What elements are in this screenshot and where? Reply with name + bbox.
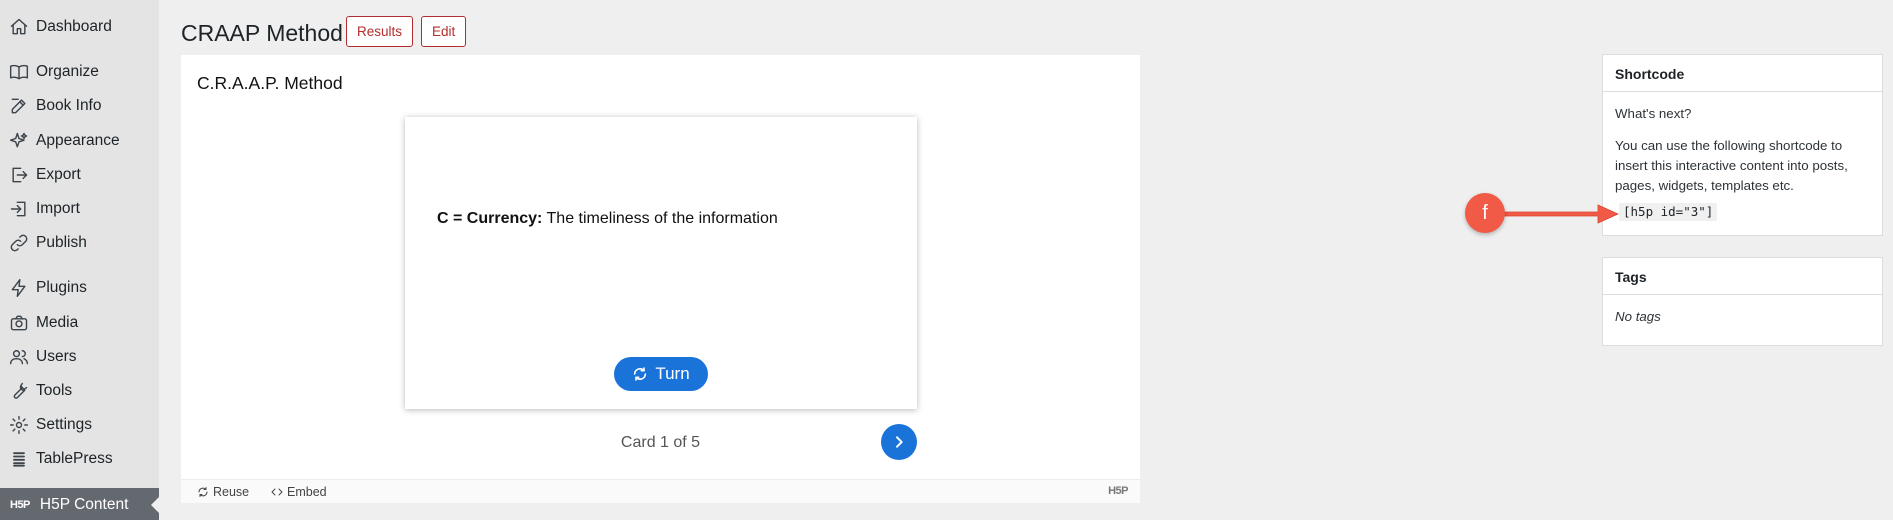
sidebar-item-label: Import [36, 200, 80, 217]
sidebar-item-organize[interactable]: Organize [0, 57, 159, 87]
sidebar-item-label: Export [36, 166, 81, 183]
callout-badge: f [1465, 193, 1505, 233]
sidebar-item-label: TablePress [36, 450, 113, 467]
home-icon [8, 16, 30, 38]
reuse-icon [198, 487, 208, 497]
card-text: C = Currency: The timeliness of the info… [437, 210, 778, 228]
tags-box: Tags No tags [1602, 257, 1883, 346]
admin-sidebar: Dashboard Organize Book Info Appearance … [0, 0, 159, 520]
page-title: CRAAP Method [181, 20, 343, 46]
refresh-icon [634, 367, 647, 381]
sparkle-icon [8, 130, 30, 152]
sidebar-item-h5p-content[interactable]: H5P H5P Content [0, 488, 159, 520]
sidebar-item-label: Dashboard [36, 18, 112, 35]
table-icon [8, 448, 30, 470]
card-term: C = Currency: [437, 210, 543, 227]
h5p-brand-icon[interactable]: H5P [1108, 485, 1128, 497]
wrench-icon [8, 380, 30, 402]
h5p-footer: Reuse Embed H5P [181, 479, 1140, 503]
sidebar-item-label: Settings [36, 416, 93, 433]
next-card-button[interactable] [881, 424, 917, 460]
sidebar-item-dashboard[interactable]: Dashboard [0, 12, 159, 42]
sidebar-item-label: Media [36, 314, 79, 331]
edit-button[interactable]: Edit [421, 16, 467, 47]
shortcode-body: What's next? You can use the following s… [1603, 92, 1882, 234]
h5p-content-panel: C.R.A.A.P. Method C = Currency: The time… [181, 55, 1140, 503]
turn-label: Turn [655, 364, 690, 383]
turn-button[interactable]: Turn [614, 357, 708, 391]
sidebar-item-tablepress[interactable]: TablePress [0, 444, 159, 474]
results-button[interactable]: Results [346, 16, 414, 47]
sidebar-item-label: Tools [36, 382, 73, 399]
sidebar-item-label: Plugins [36, 279, 87, 296]
reuse-label: Reuse [213, 485, 250, 499]
sidebar-item-label: H5P Content [39, 495, 129, 513]
shortcode-box: Shortcode What's next? You can use the f… [1602, 54, 1883, 236]
sidebar-item-settings[interactable]: Settings [0, 410, 159, 440]
card-counter: Card 1 of 5 [620, 434, 701, 451]
sidebar-item-label: Organize [36, 63, 99, 80]
active-indicator [151, 497, 159, 513]
shortcode-instructions: You can use the following shortcode to i… [1615, 138, 1848, 193]
sidebar-item-label: Appearance [36, 132, 120, 149]
tags-body: No tags [1603, 295, 1882, 339]
edit-icon [8, 95, 30, 117]
sidebar-item-appearance[interactable]: Appearance [0, 126, 159, 156]
sidebar-item-export[interactable]: Export [0, 160, 159, 190]
content-title: C.R.A.A.P. Method [197, 73, 343, 93]
sidebar-item-tools[interactable]: Tools [0, 376, 159, 406]
code-icon [271, 488, 283, 496]
book-icon [8, 61, 30, 83]
reuse-button[interactable]: Reuse [197, 485, 249, 499]
export-icon [8, 164, 30, 186]
flashcard: C = Currency: The timeliness of the info… [405, 117, 917, 409]
sidebar-item-users[interactable]: Users [0, 342, 159, 372]
card-definition: The timeliness of the information [542, 210, 778, 227]
camera-icon [8, 312, 30, 334]
h5p-logo-icon: H5P [10, 498, 30, 511]
embed-label: Embed [287, 485, 327, 499]
import-icon [8, 198, 30, 220]
sidebar-item-publish[interactable]: Publish [0, 228, 159, 258]
callout-arrow-icon [1500, 204, 1619, 224]
chevron-right-icon [896, 436, 903, 448]
sidebar-item-label: Users [36, 348, 77, 365]
tags-title: Tags [1603, 258, 1882, 295]
sidebar-item-plugins[interactable]: Plugins [0, 273, 159, 303]
sidebar-item-media[interactable]: Media [0, 308, 159, 338]
sidebar-item-label: Publish [36, 234, 87, 251]
users-icon [8, 346, 30, 368]
whats-next-text: What's next? [1615, 106, 1692, 121]
sidebar-item-label: Book Info [36, 97, 102, 114]
bolt-icon [8, 277, 30, 299]
link-icon [8, 232, 30, 254]
shortcode-value[interactable]: [h5p id="3"] [1619, 203, 1718, 221]
sidebar-item-book-info[interactable]: Book Info [0, 91, 159, 121]
no-tags-text: No tags [1615, 309, 1661, 324]
sidebar-item-import[interactable]: Import [0, 194, 159, 224]
shortcode-title: Shortcode [1603, 55, 1882, 92]
gear-icon [8, 414, 30, 436]
embed-button[interactable]: Embed [271, 485, 327, 499]
